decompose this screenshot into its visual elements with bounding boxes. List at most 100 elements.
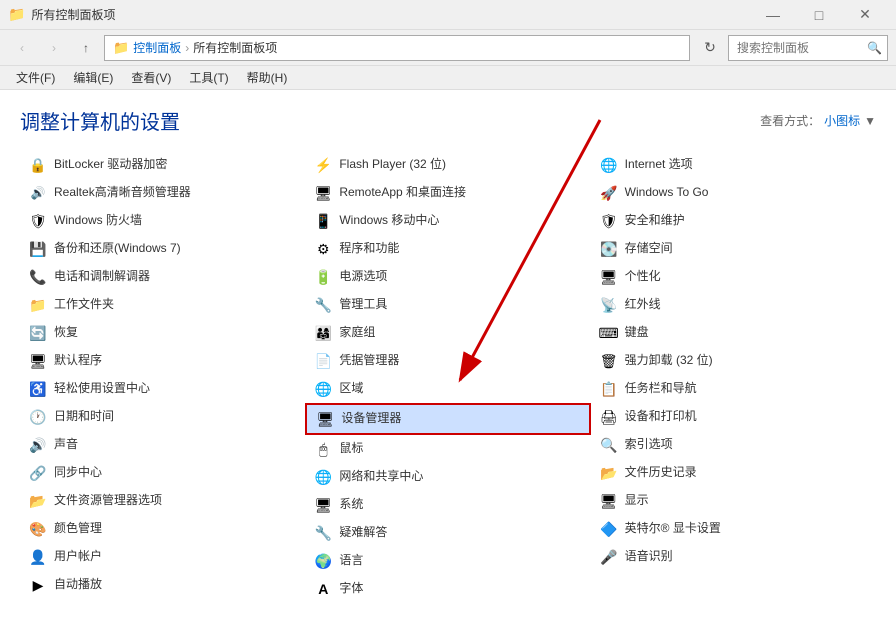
list-item[interactable]: 👨‍👩‍👧 家庭组 <box>305 319 590 347</box>
list-item[interactable]: 🖥 个性化 <box>591 263 876 291</box>
programs-icon: ⚙ <box>313 239 333 259</box>
datetime-icon: 🕐 <box>28 407 48 427</box>
list-item[interactable]: 🔒 BitLocker 驱动器加密 <box>20 151 305 179</box>
list-item[interactable]: 📞 电话和调制解调器 <box>20 263 305 291</box>
user-accounts-icon: 👤 <box>28 547 48 567</box>
address-part2: 所有控制面板项 <box>193 39 277 56</box>
menu-view[interactable]: 查看(V) <box>123 67 179 88</box>
list-item[interactable]: 📂 文件资源管理器选项 <box>20 487 305 515</box>
list-item[interactable]: 💽 存储空间 <box>591 235 876 263</box>
view-option-link[interactable]: 小图标 <box>824 112 860 129</box>
search-bar: 🔍 <box>728 35 888 61</box>
list-item[interactable]: 🌍 语言 <box>305 547 590 575</box>
list-item[interactable]: 🎨 颜色管理 <box>20 515 305 543</box>
list-item[interactable]: 📄 凭据管理器 <box>305 347 590 375</box>
list-item[interactable]: ♿ 轻松使用设置中心 <box>20 375 305 403</box>
language-icon: 🌍 <box>313 551 333 571</box>
list-item[interactable]: 💾 备份和还原(Windows 7) <box>20 235 305 263</box>
list-item[interactable]: 🔧 疑难解答 <box>305 519 590 547</box>
devices-printers-icon: 🖨 <box>599 407 619 427</box>
mouse-icon: 🖱 <box>313 439 333 459</box>
list-item[interactable]: ⚙ 程序和功能 <box>305 235 590 263</box>
back-button[interactable]: ‹ <box>8 34 36 62</box>
address-bar[interactable]: 📁 控制面板 › 所有控制面板项 <box>104 35 690 61</box>
menu-tools[interactable]: 工具(T) <box>181 67 236 88</box>
personalize-icon: 🖥 <box>599 267 619 287</box>
list-item[interactable]: 📋 任务栏和导航 <box>591 375 876 403</box>
main-content: 调整计算机的设置 查看方式： 小图标 ▼ 🔒 BitLocker 驱动器加密 🔊… <box>0 90 896 633</box>
list-item[interactable]: 🔊 Realtek高清晰音频管理器 <box>20 179 305 207</box>
uninstall-icon: 🗑 <box>599 351 619 371</box>
list-item[interactable]: 👤 用户帐户 <box>20 543 305 571</box>
list-item[interactable]: 🛡 Windows 防火墙 <box>20 207 305 235</box>
list-item[interactable]: 🌐 区域 <box>305 375 590 403</box>
list-item[interactable]: 🔋 电源选项 <box>305 263 590 291</box>
recovery-icon: 🔄 <box>28 323 48 343</box>
list-item[interactable]: 🖥 显示 <box>591 487 876 515</box>
list-item[interactable]: 🔧 管理工具 <box>305 291 590 319</box>
view-label: 查看方式： <box>760 112 820 129</box>
phone-icon: 📞 <box>28 267 48 287</box>
page-title: 调整计算机的设置 <box>20 106 180 135</box>
list-item[interactable]: 🌐 网络和共享中心 <box>305 463 590 491</box>
device-manager-item[interactable]: 🖥 设备管理器 <box>305 403 590 435</box>
speech-icon: 🎤 <box>599 547 619 567</box>
list-item[interactable]: 🖨 设备和打印机 <box>591 403 876 431</box>
list-item[interactable]: ▶ 自动播放 <box>20 571 305 599</box>
list-item[interactable]: 🛡 安全和维护 <box>591 207 876 235</box>
power-icon: 🔋 <box>313 267 333 287</box>
list-item[interactable]: 📡 红外线 <box>591 291 876 319</box>
list-item[interactable]: A 字体 <box>305 575 590 603</box>
refresh-button[interactable]: ↻ <box>696 34 724 62</box>
list-item[interactable]: 🔗 同步中心 <box>20 459 305 487</box>
maximize-button[interactable]: □ <box>796 0 842 30</box>
menu-file[interactable]: 文件(F) <box>8 67 63 88</box>
list-item[interactable]: 🌐 Internet 选项 <box>591 151 876 179</box>
view-dropdown-arrow[interactable]: ▼ <box>864 114 876 128</box>
search-icon[interactable]: 🔍 <box>867 41 882 55</box>
search-input[interactable] <box>737 41 867 55</box>
sound-icon: 🔊 <box>28 435 48 455</box>
list-item[interactable]: 🖥 RemoteApp 和桌面连接 <box>305 179 590 207</box>
list-item[interactable]: 🔷 英特尔® 显卡设置 <box>591 515 876 543</box>
list-item[interactable]: 🔊 声音 <box>20 431 305 459</box>
autoplay-icon: ▶ <box>28 575 48 595</box>
list-item[interactable]: 📱 Windows 移动中心 <box>305 207 590 235</box>
menu-help[interactable]: 帮助(H) <box>239 67 296 88</box>
address-folder-icon: 📁 <box>113 40 129 56</box>
up-button[interactable]: ↑ <box>72 34 100 62</box>
minimize-button[interactable]: — <box>750 0 796 30</box>
remoteapp-icon: 🖥 <box>313 183 333 203</box>
display-icon: 🖥 <box>599 491 619 511</box>
column-3: 🌐 Internet 选项 🚀 Windows To Go 🛡 安全和维护 💽 … <box>591 151 876 603</box>
troubleshoot-icon: 🔧 <box>313 523 333 543</box>
forward-button[interactable]: › <box>40 34 68 62</box>
close-button[interactable]: ✕ <box>842 0 888 30</box>
network-icon: 🌐 <box>313 467 333 487</box>
menu-edit[interactable]: 编辑(E) <box>65 67 121 88</box>
bitlocker-icon: 🔒 <box>28 155 48 175</box>
list-item[interactable]: 📂 文件历史记录 <box>591 459 876 487</box>
credentials-icon: 📄 <box>313 351 333 371</box>
column-1: 🔒 BitLocker 驱动器加密 🔊 Realtek高清晰音频管理器 🛡 Wi… <box>20 151 305 603</box>
column-2: ⚡ Flash Player (32 位) 🖥 RemoteApp 和桌面连接 … <box>305 151 590 603</box>
list-item[interactable]: 🎤 语音识别 <box>591 543 876 571</box>
default-programs-icon: 🖥 <box>28 351 48 371</box>
list-item[interactable]: 🔄 恢复 <box>20 319 305 347</box>
list-item[interactable]: 📁 工作文件夹 <box>20 291 305 319</box>
list-item[interactable]: 🖱 鼠标 <box>305 435 590 463</box>
list-item[interactable]: 🚀 Windows To Go <box>591 179 876 207</box>
list-item[interactable]: 🗑 强力卸载 (32 位) <box>591 347 876 375</box>
list-item[interactable]: 🖥 默认程序 <box>20 347 305 375</box>
backup-icon: 💾 <box>28 239 48 259</box>
list-item[interactable]: 🕐 日期和时间 <box>20 403 305 431</box>
security-icon: 🛡 <box>599 211 619 231</box>
color-mgmt-icon: 🎨 <box>28 519 48 539</box>
list-item[interactable]: ⚡ Flash Player (32 位) <box>305 151 590 179</box>
list-item[interactable]: 🖥 系统 <box>305 491 590 519</box>
windows-to-go-icon: 🚀 <box>599 183 619 203</box>
address-separator: › <box>185 41 189 55</box>
storage-icon: 💽 <box>599 239 619 259</box>
list-item[interactable]: 🔍 索引选项 <box>591 431 876 459</box>
list-item[interactable]: ⌨ 键盘 <box>591 319 876 347</box>
